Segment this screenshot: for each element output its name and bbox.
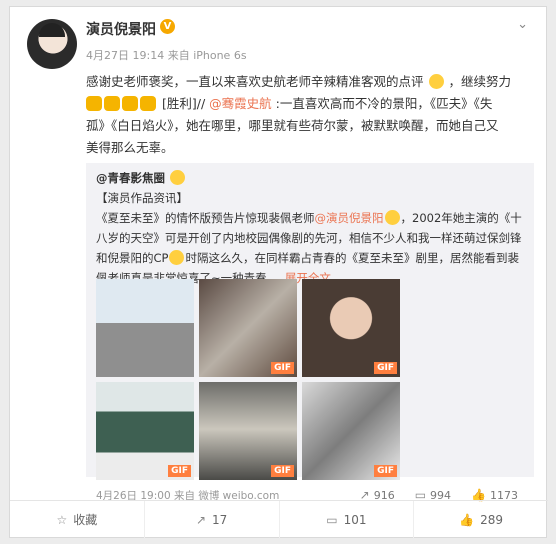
image-5[interactable]: GIF — [199, 382, 297, 480]
face-emoji-icon — [384, 210, 400, 225]
image-2[interactable]: GIF — [199, 279, 297, 377]
collect-button[interactable]: ☆ 收藏 — [10, 501, 145, 538]
post-line-4: 美得那么无辜。 — [86, 140, 174, 155]
post-line-2b: :一直喜欢高而不冷的景阳，《匹夫》《失 — [275, 96, 493, 111]
post-mention[interactable]: @骞霞史航 — [209, 96, 272, 111]
weibo-card: 演员倪景阳 V ⌄ 4月27日 19:14 来自 iPhone 6s 感谢史老师… — [9, 6, 548, 538]
comment-button[interactable]: ▭ 101 — [280, 501, 415, 538]
image-1[interactable] — [96, 279, 194, 377]
thinking-emoji-icon — [428, 74, 444, 89]
fist-emoji-icon — [86, 96, 102, 111]
action-bar: ☆ 收藏 ↗ 17 ▭ 101 👍 289 — [10, 501, 548, 538]
image-6[interactable]: GIF — [302, 382, 400, 480]
quoted-tag: 【演员作品资讯】 — [96, 191, 188, 205]
quoted-line-1: 《夏至未至》的情怀版预告片惊现裴佩老师 — [96, 211, 315, 225]
post-text: 感谢史老师褒奖，一直以来喜欢史航老师辛辣精准客观的点评 ，继续努力 [胜利]//… — [86, 71, 534, 159]
repost-icon: ↗ — [195, 512, 207, 527]
gif-label: GIF — [374, 362, 397, 374]
user-name[interactable]: 演员倪景阳 — [86, 19, 156, 39]
like-icon: 👍 — [459, 512, 475, 527]
post-source: 来自 iPhone 6s — [167, 49, 247, 62]
post-meta: 4月27日 19:14 来自 iPhone 6s — [86, 47, 247, 63]
like-button[interactable]: 👍 289 — [414, 501, 548, 538]
quoted-text: @青春影焦圈 【演员作品资讯】 《夏至未至》的情怀版预告片惊现裴佩老师@演员倪景… — [96, 168, 524, 288]
gif-label: GIF — [271, 362, 294, 374]
post-line-2a: [胜利]// — [161, 96, 206, 111]
quoted-line-4b: 时隔这么久，在同样霸占青春的《夏至未至》剧里，居然能看到裴 — [185, 251, 519, 265]
fist-emoji-icon — [122, 96, 138, 111]
quoted-post: @青春影焦圈 【演员作品资讯】 《夏至未至》的情怀版预告片惊现裴佩老师@演员倪景… — [86, 163, 534, 502]
quoted-line-2: ，2002年她主演的《十 — [400, 211, 522, 225]
comment-icon: ▭ — [326, 512, 338, 527]
star-icon: ☆ — [56, 512, 68, 527]
post-line-1b: ，继续努力 — [448, 74, 511, 89]
v-badge-icon — [169, 170, 185, 185]
verified-badge-icon: V — [160, 19, 175, 34]
post-line-1a: 感谢史老师褒奖，一直以来喜欢史航老师辛辣精准客观的点评 — [86, 74, 424, 89]
gif-label: GIF — [374, 465, 397, 477]
fist-emoji-icon — [104, 96, 120, 111]
image-3[interactable]: GIF — [302, 279, 400, 377]
quoted-line-4a: 和倪景阳的CP — [96, 251, 169, 265]
image-4[interactable]: GIF — [96, 382, 194, 480]
quoted-line-3: 八岁的天空》可是开创了内地校园偶像剧的先河，相信不少人和我一样还萌过保剑锋 — [96, 231, 522, 245]
avatar[interactable] — [27, 19, 77, 69]
smile-emoji-icon — [169, 250, 185, 265]
fist-emoji-icon — [140, 96, 156, 111]
gif-label: GIF — [168, 465, 191, 477]
post-line-3: 孤》《白日焰火》，她在哪里，哪里就有些荷尔蒙，被默默唤醒，而她自己又 — [86, 118, 499, 133]
quoted-mention[interactable]: @演员倪景阳 — [315, 211, 384, 225]
gif-label: GIF — [271, 465, 294, 477]
post-time[interactable]: 4月27日 19:14 — [86, 49, 164, 62]
more-icon[interactable]: ⌄ — [517, 17, 528, 32]
quoted-handle[interactable]: @青春影焦圈 — [96, 171, 165, 185]
repost-button[interactable]: ↗ 17 — [145, 501, 280, 538]
